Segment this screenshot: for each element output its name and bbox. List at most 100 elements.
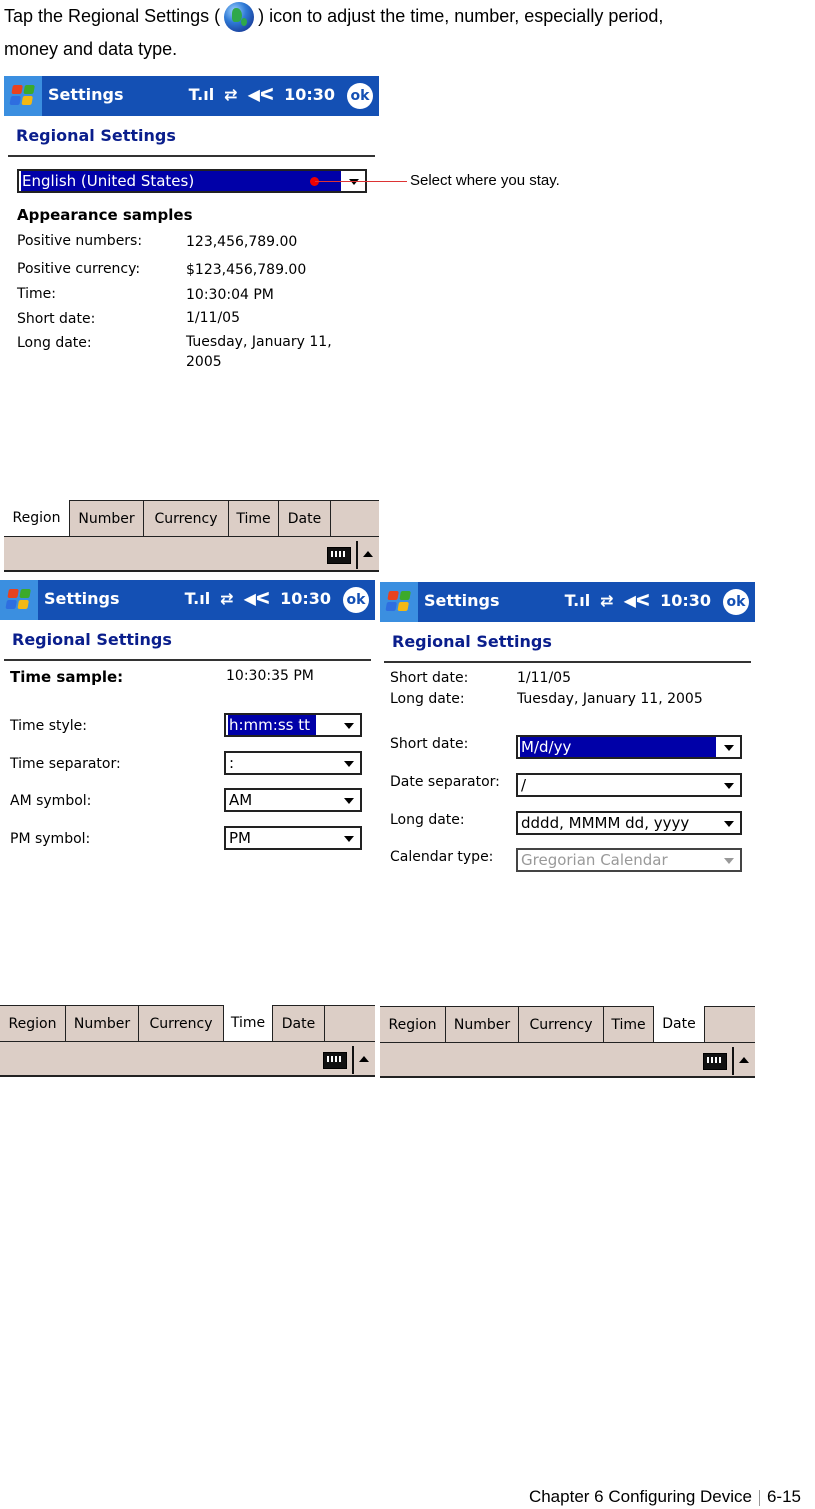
long-date-dropdown[interactable]: dddd, MMMM dd, yyyy bbox=[516, 811, 742, 835]
am-symbol-value: AM bbox=[229, 791, 253, 809]
intro-paragraph: Tap the Regional Settings () icon to adj… bbox=[4, 0, 804, 66]
divider bbox=[4, 659, 371, 661]
short-date-dropdown[interactable]: M/d/yy bbox=[516, 735, 742, 759]
speaker-icon[interactable]: ◀ᐸ bbox=[624, 591, 650, 610]
signal-icon[interactable]: T.ıl bbox=[185, 589, 211, 608]
signal-icon[interactable]: T.ıl bbox=[565, 591, 591, 610]
intro-text-line2: money and data type. bbox=[4, 39, 178, 59]
chevron-down-icon[interactable] bbox=[344, 836, 354, 842]
speaker-icon[interactable]: ◀ᐸ bbox=[244, 589, 270, 608]
tab-region[interactable]: Region bbox=[0, 1005, 66, 1043]
chevron-down-icon[interactable] bbox=[344, 798, 354, 804]
sample-value: 1/11/05 bbox=[186, 310, 240, 326]
tab-bar: Region Number Currency Time Date bbox=[0, 1005, 375, 1043]
time-sample-label: Time sample: bbox=[10, 668, 124, 686]
sample-value: 10:30:04 PM bbox=[186, 287, 274, 303]
samples-heading: Appearance samples bbox=[17, 206, 193, 224]
input-menu-arrow-icon[interactable] bbox=[359, 1056, 369, 1062]
field-label: Short date: bbox=[390, 736, 469, 752]
signal-icon[interactable]: T.ıl bbox=[189, 85, 215, 104]
time-separator-dropdown[interactable]: : bbox=[224, 751, 362, 775]
input-menu-arrow-icon[interactable] bbox=[363, 551, 373, 557]
sync-arrows-icon[interactable]: ⇄ bbox=[600, 591, 613, 610]
speaker-icon[interactable]: ◀ᐸ bbox=[248, 85, 274, 104]
pm-symbol-dropdown[interactable]: PM bbox=[224, 826, 362, 850]
time-style-value: h:mm:ss tt bbox=[228, 715, 316, 735]
menu-bar bbox=[0, 1041, 375, 1077]
field-label: Calendar type: bbox=[390, 849, 494, 865]
title-bar: Settings T.ıl ⇄ ◀ᐸ 10:30 ok bbox=[0, 580, 375, 620]
tab-number[interactable]: Number bbox=[446, 1006, 519, 1044]
sync-arrows-icon[interactable]: ⇄ bbox=[220, 589, 233, 608]
sample-label: Positive numbers: bbox=[17, 233, 143, 249]
tab-bar: Region Number Currency Time Date bbox=[380, 1006, 755, 1044]
keyboard-icon[interactable] bbox=[703, 1053, 727, 1070]
chevron-down-icon[interactable] bbox=[724, 745, 734, 751]
page-number: 6-15 bbox=[766, 1487, 801, 1506]
clock[interactable]: 10:30 bbox=[280, 589, 331, 608]
keyboard-icon[interactable] bbox=[323, 1052, 347, 1069]
tab-region[interactable]: Region bbox=[380, 1006, 446, 1044]
field-label: Time separator: bbox=[10, 756, 121, 772]
tab-time[interactable]: Time bbox=[604, 1006, 654, 1044]
tab-number[interactable]: Number bbox=[70, 500, 144, 538]
locale-value: English (United States) bbox=[21, 171, 341, 191]
start-button[interactable] bbox=[0, 580, 38, 620]
field-label: Date separator: bbox=[390, 774, 500, 790]
tab-number[interactable]: Number bbox=[66, 1005, 139, 1043]
sample-value: 123,456,789.00 bbox=[186, 234, 298, 250]
chevron-down-icon[interactable] bbox=[344, 761, 354, 767]
chevron-down-icon[interactable] bbox=[344, 723, 354, 729]
title-bar: Settings T.ıl ⇄ ◀ᐸ 10:30 ok bbox=[4, 76, 379, 116]
date-screen: Settings T.ıl ⇄ ◀ᐸ 10:30 ok Regional Set… bbox=[380, 582, 755, 1082]
chevron-down-icon[interactable] bbox=[724, 858, 734, 864]
sample-label: Positive currency: bbox=[17, 261, 141, 277]
tab-region[interactable]: Region bbox=[4, 500, 70, 538]
app-title: Settings bbox=[44, 589, 120, 608]
start-button[interactable] bbox=[380, 582, 418, 622]
sample-value: Tuesday, January 11, bbox=[186, 334, 332, 350]
globe-icon bbox=[224, 2, 255, 33]
calendar-type-dropdown[interactable]: Gregorian Calendar bbox=[516, 848, 742, 872]
sample-value-cont: 2005 bbox=[186, 354, 222, 370]
tab-date[interactable]: Date bbox=[273, 1005, 325, 1043]
input-menu-arrow-icon[interactable] bbox=[739, 1057, 749, 1063]
tab-currency[interactable]: Currency bbox=[519, 1006, 604, 1044]
sync-arrows-icon[interactable]: ⇄ bbox=[224, 85, 237, 104]
date-separator-dropdown[interactable]: / bbox=[516, 773, 742, 797]
start-button[interactable] bbox=[4, 76, 42, 116]
field-label: PM symbol: bbox=[10, 831, 91, 847]
page-footer: Chapter 6 Configuring Device 6-15 bbox=[529, 1487, 801, 1507]
short-date-value: M/d/yy bbox=[520, 737, 716, 757]
chevron-down-icon[interactable] bbox=[724, 821, 734, 827]
menu-bar bbox=[4, 536, 379, 572]
status-area: T.ıl ⇄ ◀ᐸ 10:30 bbox=[565, 591, 711, 610]
page-heading: Regional Settings bbox=[12, 630, 172, 649]
calendar-type-value: Gregorian Calendar bbox=[521, 851, 668, 869]
title-bar: Settings T.ıl ⇄ ◀ᐸ 10:30 ok bbox=[380, 582, 755, 622]
clock[interactable]: 10:30 bbox=[660, 591, 711, 610]
windows-flag-icon bbox=[9, 85, 37, 107]
chevron-down-icon[interactable] bbox=[724, 783, 734, 789]
ok-button[interactable]: ok bbox=[347, 83, 373, 109]
page-heading: Regional Settings bbox=[16, 126, 176, 145]
callout-text: Select where you stay. bbox=[410, 172, 560, 189]
status-area: T.ıl ⇄ ◀ᐸ 10:30 bbox=[185, 589, 331, 608]
ok-button[interactable]: ok bbox=[343, 587, 369, 613]
clock[interactable]: 10:30 bbox=[284, 85, 335, 104]
am-symbol-dropdown[interactable]: AM bbox=[224, 788, 362, 812]
time-style-dropdown[interactable]: h:mm:ss tt bbox=[224, 713, 362, 737]
tab-date[interactable]: Date bbox=[654, 1006, 705, 1044]
sample-label: Time: bbox=[17, 286, 56, 302]
tab-currency[interactable]: Currency bbox=[144, 500, 229, 538]
chapter-title: Chapter 6 Configuring Device bbox=[528, 1487, 752, 1506]
app-title: Settings bbox=[424, 591, 500, 610]
tab-date[interactable]: Date bbox=[279, 500, 331, 538]
app-title: Settings bbox=[48, 85, 124, 104]
tab-currency[interactable]: Currency bbox=[139, 1005, 224, 1043]
chevron-down-icon[interactable] bbox=[349, 179, 359, 185]
ok-button[interactable]: ok bbox=[723, 589, 749, 615]
tab-time[interactable]: Time bbox=[229, 500, 279, 538]
tab-time[interactable]: Time bbox=[224, 1005, 273, 1043]
keyboard-icon[interactable] bbox=[327, 547, 351, 564]
